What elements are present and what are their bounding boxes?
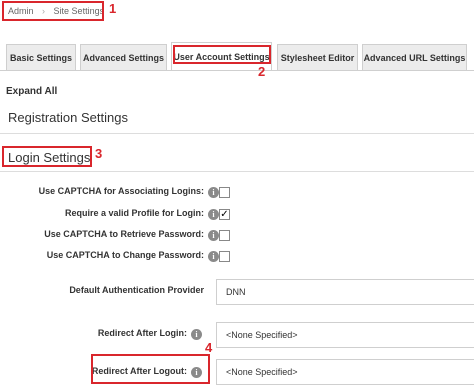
tab-basic-settings[interactable]: Basic Settings: [6, 44, 76, 70]
redirect-login-value: <None Specified>: [226, 330, 298, 340]
expand-all-link[interactable]: Expand All: [6, 86, 57, 97]
require-profile-label: Require a valid Profile for Login:: [64, 208, 204, 218]
info-icon[interactable]: i: [208, 230, 219, 241]
info-icon[interactable]: i: [208, 251, 219, 262]
captcha-associating-label: Use CAPTCHA for Associating Logins:: [38, 186, 204, 196]
captcha-retrieve-label: Use CAPTCHA to Retrieve Password:: [44, 229, 204, 239]
tab-advanced-url-settings[interactable]: Advanced URL Settings: [362, 44, 467, 70]
info-icon[interactable]: i: [191, 329, 202, 340]
check-icon: ✓: [220, 209, 229, 220]
tab-advanced-settings[interactable]: Advanced Settings: [80, 44, 167, 70]
require-profile-checkbox[interactable]: ✓: [219, 209, 230, 220]
tab-underline: [0, 70, 474, 71]
default-auth-label: Default Authentication Provider: [69, 285, 204, 295]
tab-stylesheet-editor[interactable]: Stylesheet Editor: [277, 44, 358, 70]
redirect-login-select[interactable]: <None Specified>: [216, 322, 474, 348]
captcha-change-label: Use CAPTCHA to Change Password:: [46, 250, 204, 260]
annotation-number-2: 2: [258, 64, 266, 79]
divider: [0, 171, 474, 172]
annotation-box-2: [173, 45, 271, 64]
registration-settings-header[interactable]: Registration Settings: [8, 110, 128, 125]
redirect-logout-select[interactable]: <None Specified>: [216, 359, 474, 385]
annotation-box-1: [2, 1, 104, 21]
default-auth-select[interactable]: DNN: [216, 279, 474, 305]
default-auth-value: DNN: [226, 287, 246, 297]
redirect-login-label: Redirect After Login:: [97, 328, 187, 338]
annotation-number-3: 3: [95, 146, 103, 161]
captcha-change-checkbox[interactable]: [219, 251, 230, 262]
redirect-logout-value: <None Specified>: [226, 367, 298, 377]
annotation-box-3: [2, 146, 92, 167]
info-icon[interactable]: i: [208, 209, 219, 220]
annotation-number-4: 4: [205, 340, 213, 355]
annotation-box-4: [91, 354, 210, 384]
divider: [0, 133, 474, 134]
info-icon[interactable]: i: [208, 187, 219, 198]
annotation-number-1: 1: [109, 1, 117, 16]
captcha-retrieve-checkbox[interactable]: [219, 230, 230, 241]
captcha-associating-checkbox[interactable]: [219, 187, 230, 198]
